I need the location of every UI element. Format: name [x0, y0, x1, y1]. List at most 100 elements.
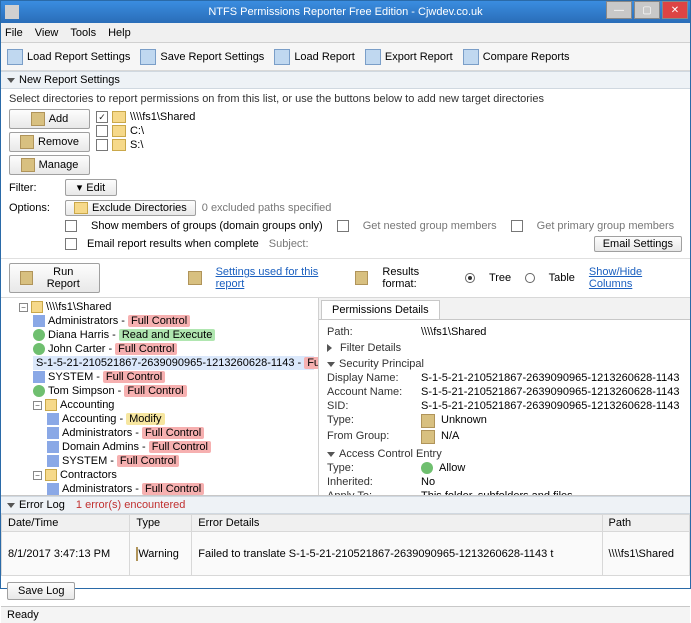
tree-item[interactable]: Administrators - Full Control — [47, 482, 314, 495]
settings-body: Select directories to report permissions… — [1, 89, 690, 258]
principal-icon — [47, 483, 59, 495]
expand-icon[interactable]: − — [33, 401, 42, 410]
close-button[interactable]: ✕ — [662, 1, 688, 19]
expand-icon[interactable]: − — [33, 471, 42, 480]
add-icon — [31, 112, 45, 126]
col-path[interactable]: Path — [602, 515, 689, 532]
export-report-button[interactable]: Export Report — [365, 49, 453, 65]
run-report-button[interactable]: Run Report — [9, 263, 100, 293]
unknown-icon — [421, 414, 435, 428]
table-radio[interactable] — [525, 273, 534, 283]
tree-item[interactable]: Tom Simpson - Full Control — [33, 384, 314, 398]
primary-label: Get primary group members — [537, 220, 675, 232]
col-datetime[interactable]: Date/Time — [2, 515, 130, 532]
load-report-settings-button[interactable]: Load Report Settings — [7, 49, 130, 65]
show-hide-columns-link[interactable]: Show/Hide Columns — [589, 266, 682, 290]
filter-details-header[interactable]: Filter Details — [327, 342, 682, 354]
permissions-tree[interactable]: −\\\\fs1\Shared Administrators - Full Co… — [1, 298, 319, 495]
tree-item[interactable]: Administrators - Full Control — [33, 314, 314, 328]
run-icon — [20, 271, 33, 285]
filter-label: Filter: — [9, 182, 57, 194]
tree-folder[interactable]: −Accounting — [33, 398, 314, 412]
compare-reports-button[interactable]: Compare Reports — [463, 49, 570, 65]
nested-checkbox[interactable] — [337, 220, 349, 232]
principal-icon — [33, 329, 45, 341]
ace-header[interactable]: Access Control Entry — [327, 448, 682, 460]
col-details[interactable]: Error Details — [192, 515, 602, 532]
format-icon — [355, 271, 368, 285]
menu-help[interactable]: Help — [108, 27, 131, 39]
tree-radio[interactable] — [465, 273, 474, 283]
checkbox[interactable] — [96, 139, 108, 151]
permission-badge: Full Control — [142, 483, 204, 495]
checkbox[interactable] — [96, 125, 108, 137]
error-count: 1 error(s) encountered — [76, 499, 185, 511]
toolbar: Load Report Settings Save Report Setting… — [1, 43, 690, 71]
folder-icon — [112, 111, 126, 123]
run-row: Run Report Settings used for this report… — [1, 258, 690, 297]
directory-item[interactable]: C:\ — [96, 125, 682, 137]
tree-item[interactable]: John Carter - Full Control — [33, 342, 314, 356]
directory-item[interactable]: ✓\\\\fs1\Shared — [96, 111, 682, 123]
checkbox[interactable]: ✓ — [96, 111, 108, 123]
save-log-button[interactable]: Save Log — [7, 582, 75, 600]
folder-icon — [31, 301, 43, 313]
principal-name: Administrators — [48, 315, 118, 327]
principal-icon — [33, 315, 45, 327]
load-settings-icon — [7, 49, 23, 65]
results-format-label: Results format: — [382, 266, 451, 290]
maximize-button[interactable]: ▢ — [634, 1, 660, 19]
error-log-pane: Error Log 1 error(s) encountered Date/Ti… — [1, 495, 690, 606]
settings-used-link[interactable]: Settings used for this report — [216, 266, 342, 290]
email-settings-button[interactable]: Email Settings — [594, 236, 682, 252]
principal-name: Administrators — [62, 483, 132, 495]
minimize-button[interactable]: — — [606, 1, 632, 19]
menu-view[interactable]: View — [35, 27, 59, 39]
error-row[interactable]: 8/1/2017 3:47:13 PM Warning Failed to tr… — [2, 532, 690, 576]
principal-name: Administrators — [62, 427, 132, 439]
principal-icon — [33, 343, 45, 355]
path-value: \\\\fs1\Shared — [421, 326, 486, 338]
path-label: Path: — [327, 326, 415, 338]
email-results-checkbox[interactable] — [65, 238, 77, 250]
save-report-settings-button[interactable]: Save Report Settings — [140, 49, 264, 65]
col-type[interactable]: Type — [130, 515, 192, 532]
edit-filter-button[interactable]: ▾Edit — [65, 179, 117, 196]
load-report-button[interactable]: Load Report — [274, 49, 355, 65]
error-log-header[interactable]: Error Log 1 error(s) encountered — [1, 496, 690, 514]
security-principal-header[interactable]: Security Principal — [327, 358, 682, 370]
principal-icon — [47, 455, 59, 467]
show-members-label: Show members of groups (domain groups on… — [91, 220, 323, 232]
permission-badge: Full Control — [142, 427, 204, 439]
manage-button[interactable]: Manage — [9, 155, 90, 175]
directory-list: ✓\\\\fs1\Shared C:\ S:\ — [96, 109, 682, 151]
tree-folder[interactable]: −Contractors — [33, 468, 314, 482]
expand-icon[interactable]: − — [19, 303, 28, 312]
add-button[interactable]: Add — [9, 109, 90, 129]
menu-file[interactable]: File — [5, 27, 23, 39]
tab-permissions-details[interactable]: Permissions Details — [321, 300, 440, 319]
show-members-checkbox[interactable] — [65, 220, 77, 232]
exclude-directories-button[interactable]: Exclude Directories — [65, 200, 196, 216]
primary-checkbox[interactable] — [511, 220, 523, 232]
permission-badge: Full Control — [128, 315, 190, 327]
remove-button[interactable]: Remove — [9, 132, 90, 152]
directory-item[interactable]: S:\ — [96, 139, 682, 151]
tree-item[interactable]: SYSTEM - Full Control — [33, 370, 314, 384]
tree-item[interactable]: SYSTEM - Full Control — [47, 454, 314, 468]
tree-item[interactable]: Administrators - Full Control — [47, 426, 314, 440]
tree-item[interactable]: S-1-5-21-210521867-2639090965-1213260628… — [33, 356, 314, 370]
tree-item[interactable]: Domain Admins - Full Control — [47, 440, 314, 454]
tree-item[interactable]: Diana Harris - Read and Execute — [33, 328, 314, 342]
tree-item[interactable]: Accounting - Modify — [47, 412, 314, 426]
menu-tools[interactable]: Tools — [70, 27, 96, 39]
principal-icon — [33, 385, 45, 397]
new-report-settings-header[interactable]: New Report Settings — [1, 71, 690, 89]
nested-label: Get nested group members — [363, 220, 497, 232]
folder-icon — [45, 469, 57, 481]
title-bar: NTFS Permissions Reporter Free Edition -… — [1, 1, 690, 23]
tree-root[interactable]: −\\\\fs1\Shared — [19, 300, 314, 314]
principal-icon — [47, 441, 59, 453]
permission-badge: Modify — [126, 413, 164, 425]
remove-icon — [20, 135, 34, 149]
